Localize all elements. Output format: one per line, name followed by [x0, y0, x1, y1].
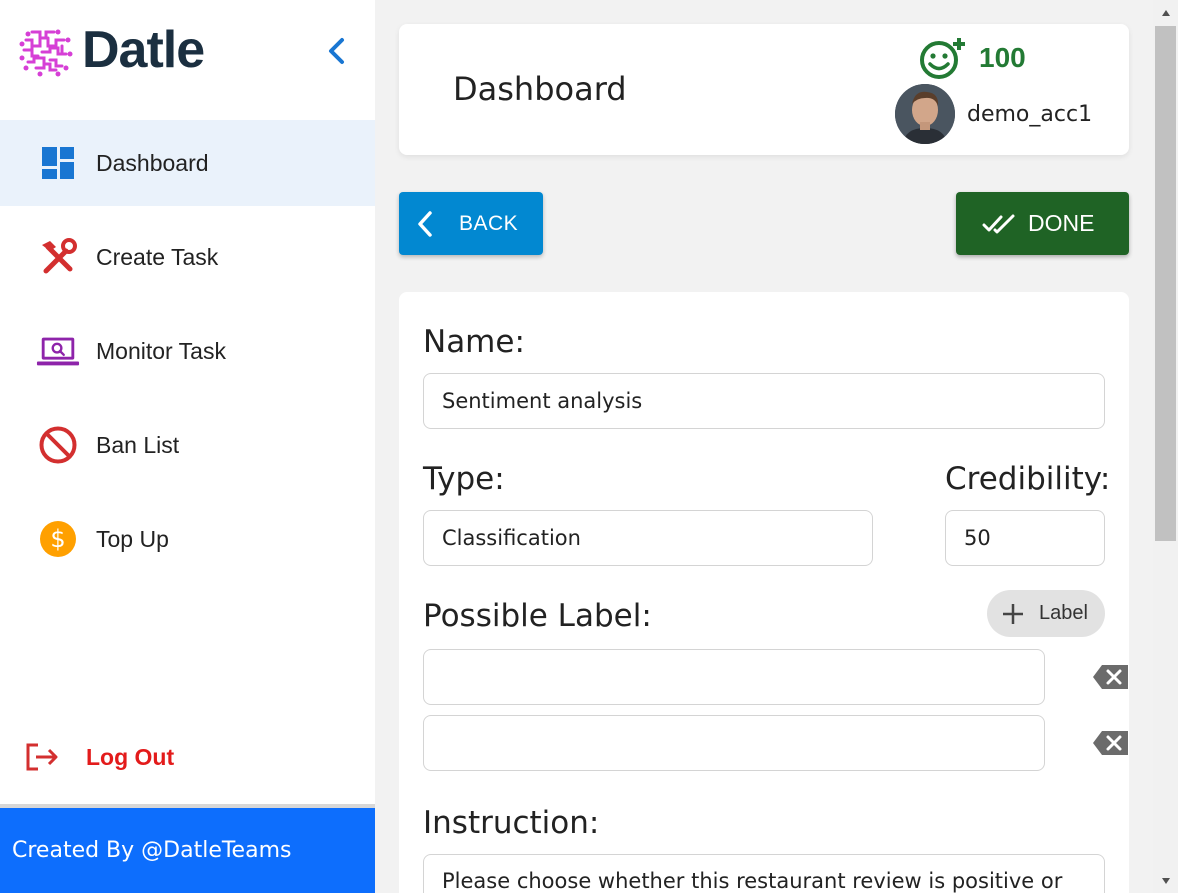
- sidebar-item-label: Dashboard: [96, 149, 209, 176]
- laptop-search-icon: [36, 331, 80, 371]
- add-label-button[interactable]: Label: [987, 590, 1105, 637]
- backspace-delete-icon[interactable]: [1092, 663, 1130, 691]
- credibility-label: Credibility:: [945, 461, 1111, 497]
- svg-text:$: $: [50, 525, 65, 553]
- page-title: Dashboard: [453, 70, 627, 108]
- sidebar-item-label: Ban List: [96, 431, 180, 458]
- tools-icon: [36, 237, 80, 277]
- sidebar-footer: Created By @DatleTeams: [0, 808, 375, 893]
- sidebar-item-dashboard[interactable]: Dashboard: [0, 120, 375, 206]
- logout-label: Log Out: [86, 743, 175, 770]
- collapse-sidebar-button[interactable]: [322, 34, 352, 68]
- sidebar-item-monitor-task[interactable]: Monitor Task: [0, 308, 375, 394]
- name-input[interactable]: [423, 373, 1105, 429]
- dollar-coin-icon: $: [36, 519, 80, 559]
- sidebar-item-label: Top Up: [96, 525, 169, 552]
- points-display: 100: [919, 36, 1026, 80]
- username: demo_acc1: [967, 101, 1093, 127]
- instruction-label: Instruction:: [423, 805, 600, 841]
- sidebar-nav: Dashboard Create Task Monitor Task Ban L…: [0, 120, 375, 590]
- scroll-down-button[interactable]: [1153, 868, 1178, 893]
- scroll-up-button[interactable]: [1153, 0, 1178, 25]
- done-label: DONE: [1028, 210, 1095, 236]
- sidebar-item-label: Create Task: [96, 243, 219, 270]
- header-card: Dashboard 100 demo_acc1: [399, 24, 1129, 155]
- brand-name: Datle: [82, 21, 205, 79]
- triangle-down-icon: [1161, 877, 1170, 884]
- brand[interactable]: Datle: [18, 21, 205, 79]
- smiley-plus-icon: [920, 38, 965, 79]
- double-check-icon: [982, 214, 1015, 233]
- task-form: Name: Type: Credibility: Possible Label:…: [399, 292, 1129, 893]
- scrollbar[interactable]: [1153, 0, 1178, 893]
- sidebar-item-ban-list[interactable]: Ban List: [0, 402, 375, 488]
- possible-label-label: Possible Label:: [423, 598, 652, 634]
- chevron-left-icon: [329, 38, 344, 64]
- chevron-left-icon: [418, 210, 432, 237]
- done-button[interactable]: DONE: [956, 192, 1129, 255]
- triangle-up-icon: [1161, 9, 1170, 16]
- user-menu[interactable]: demo_acc1: [895, 84, 1092, 144]
- instruction-textarea[interactable]: Please choose whether this restaurant re…: [423, 854, 1105, 893]
- scroll-thumb[interactable]: [1155, 26, 1176, 541]
- sidebar-item-label: Monitor Task: [96, 337, 226, 364]
- label-input-2[interactable]: [423, 715, 1045, 771]
- logout-button[interactable]: Log Out: [24, 736, 174, 778]
- instruction-text: Please choose whether this restaurant re…: [442, 869, 1063, 893]
- ban-icon: [36, 425, 80, 465]
- sidebar-item-top-up[interactable]: $ Top Up: [0, 496, 375, 582]
- back-label: BACK: [459, 211, 519, 235]
- brain-logo-icon: [19, 29, 73, 77]
- footer-text: Created By @DatleTeams: [12, 838, 292, 863]
- sidebar-item-create-task[interactable]: Create Task: [0, 214, 375, 300]
- type-input[interactable]: [423, 510, 873, 566]
- add-label-text: Label: [1039, 602, 1088, 624]
- avatar: [895, 84, 955, 144]
- dashboard-icon: [36, 143, 80, 183]
- name-label: Name:: [423, 324, 525, 360]
- backspace-delete-icon[interactable]: [1092, 729, 1130, 757]
- sidebar: Datle Dashboard Create Task Monitor Task…: [0, 0, 375, 893]
- plus-icon: [1003, 603, 1023, 624]
- logout-icon: [26, 743, 58, 771]
- type-label: Type:: [423, 461, 505, 497]
- back-button[interactable]: BACK: [399, 192, 543, 255]
- credibility-input[interactable]: [945, 510, 1105, 566]
- points-value: 100: [979, 42, 1026, 73]
- label-input-1[interactable]: [423, 649, 1045, 705]
